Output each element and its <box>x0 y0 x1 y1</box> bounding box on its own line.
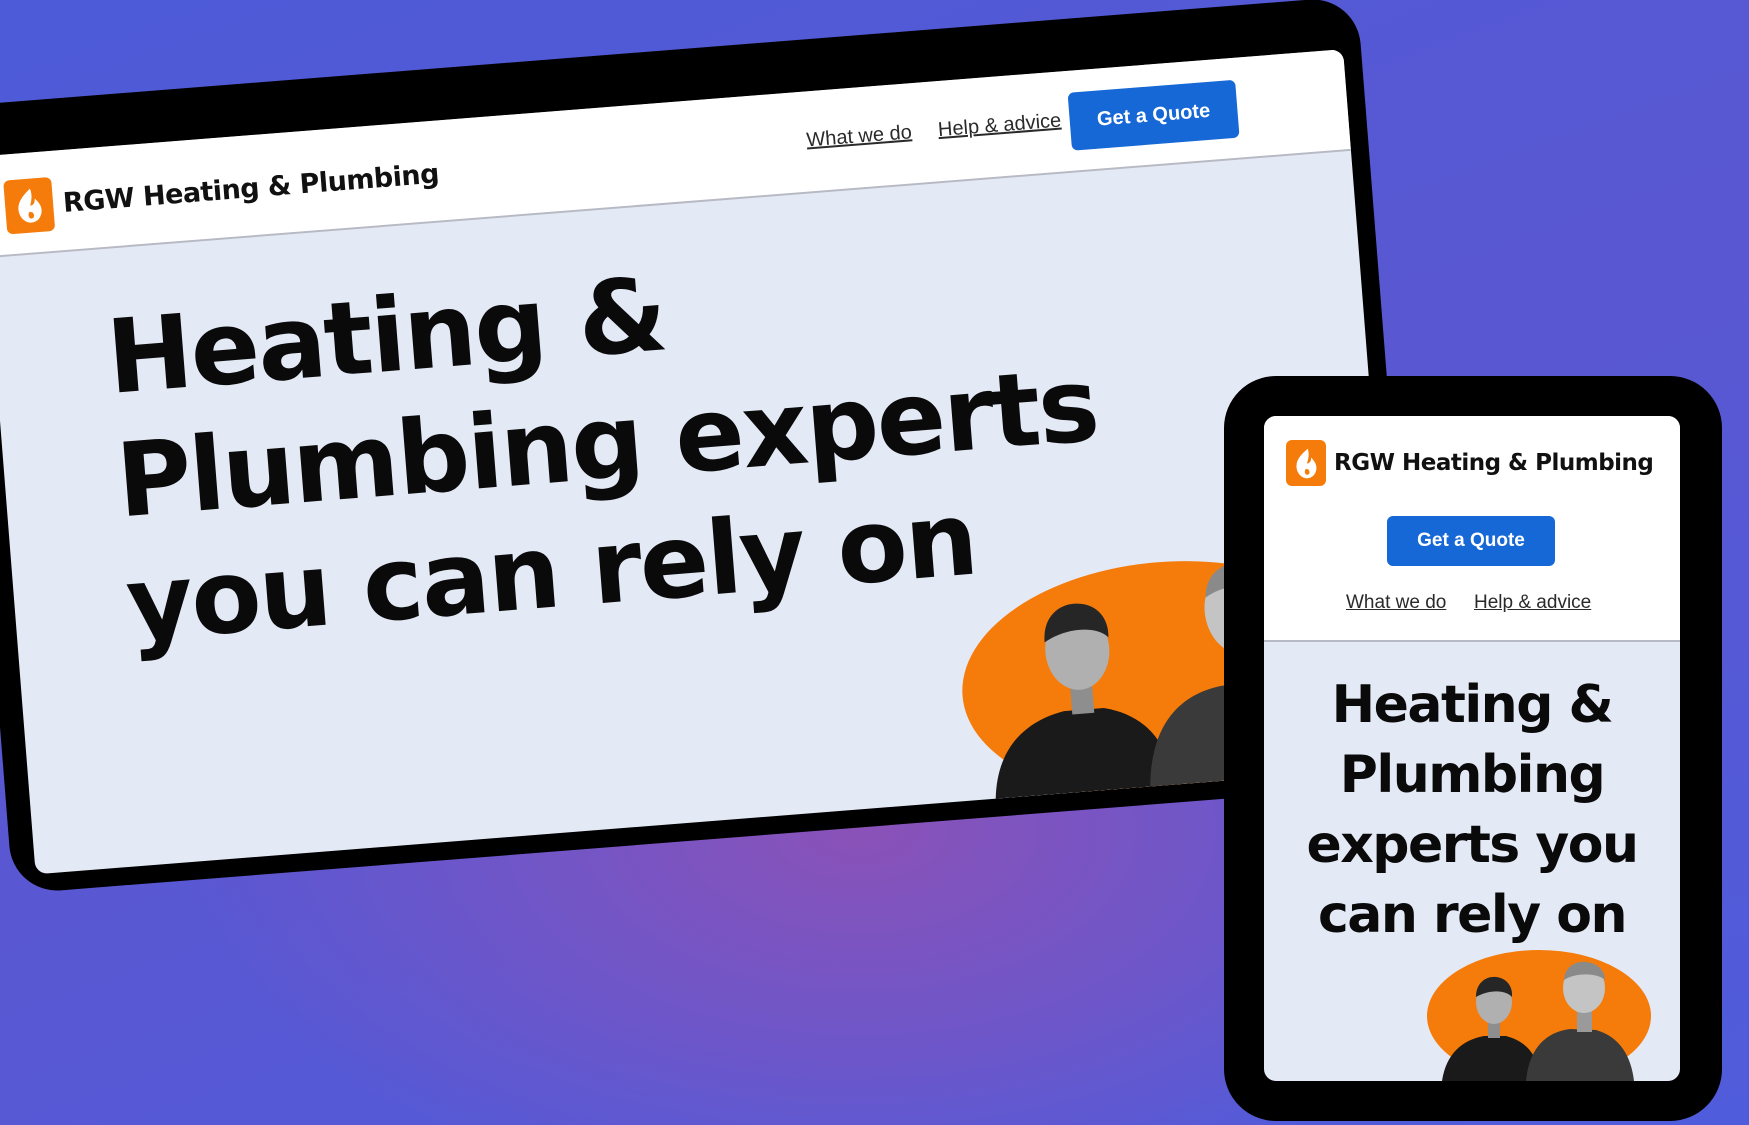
hero-line: Heating & <box>1331 675 1614 735</box>
promo-scene: RGW Heating & Plumbing What we do Help &… <box>0 0 1749 1125</box>
get-a-quote-button[interactable]: Get a Quote <box>1387 516 1555 566</box>
brand-name[interactable]: RGW Heating & Plumbing <box>1334 450 1654 476</box>
phone-screen: RGW Heating & Plumbing Get a Quote What … <box>1264 416 1680 1081</box>
nav-what-we-do[interactable]: What we do <box>806 121 913 152</box>
nav-help-advice[interactable]: Help & advice <box>937 110 1062 143</box>
tablet-screen: RGW Heating & Plumbing What we do Help &… <box>0 49 1400 875</box>
brand-name[interactable]: RGW Heating & Plumbing <box>62 159 440 219</box>
hero-heading: Heating & Plumbing experts you can rely … <box>1264 670 1680 950</box>
flame-icon[interactable] <box>3 176 56 235</box>
team-photo <box>1427 950 1651 1081</box>
site-header: RGW Heating & Plumbing What we do Help &… <box>0 49 1351 259</box>
nav-what-we-do[interactable]: What we do <box>1346 592 1446 614</box>
tablet-device: RGW Heating & Plumbing What we do Help &… <box>0 0 1419 895</box>
phone-device: RGW Heating & Plumbing Get a Quote What … <box>1224 376 1722 1121</box>
site-header-mobile: RGW Heating & Plumbing Get a Quote What … <box>1264 416 1680 642</box>
nav-help-advice[interactable]: Help & advice <box>1474 592 1591 614</box>
get-a-quote-button[interactable]: Get a Quote <box>1067 79 1240 151</box>
hero-line: experts you <box>1306 815 1640 875</box>
hero-line: Plumbing <box>1339 745 1606 805</box>
flame-icon[interactable] <box>1286 440 1326 486</box>
hero-line: can rely on <box>1317 885 1628 945</box>
